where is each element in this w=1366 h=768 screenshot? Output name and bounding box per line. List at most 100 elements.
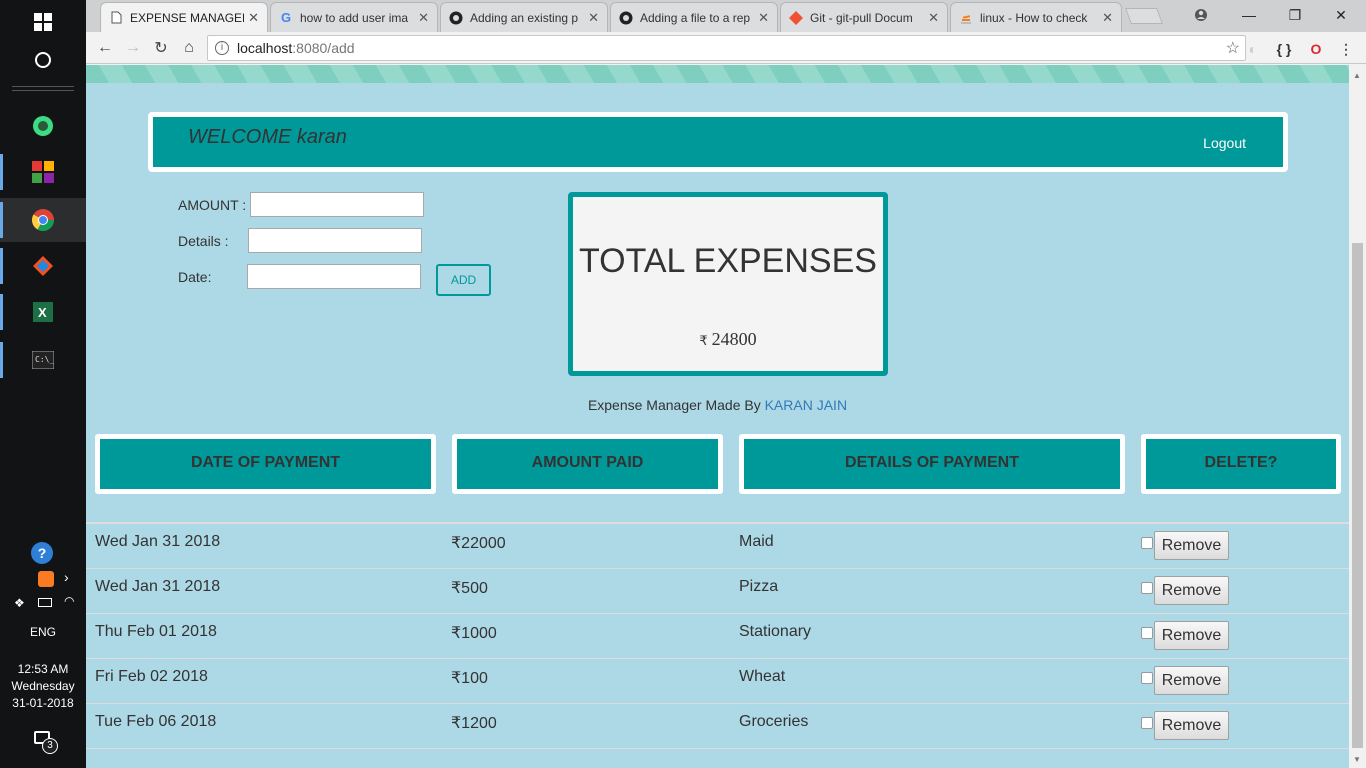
tab-google-search[interactable]: G how to add user ima ✕: [270, 2, 438, 32]
payment-amount: ₹100: [451, 670, 488, 687]
clock-time[interactable]: 12:53 AM: [0, 661, 86, 678]
table-row: Tue Feb 06 2018 ₹1200 Groceries Remove: [86, 704, 1349, 749]
browser-window: EXPENSE MANAGER ✕ G how to add user ima …: [86, 0, 1366, 768]
payment-date: Fri Feb 02 2018: [95, 668, 208, 685]
scrollbar-thumb[interactable]: [1352, 243, 1363, 748]
back-arrow-icon[interactable]: ←: [94, 37, 116, 59]
language-indicator[interactable]: ENG: [0, 624, 86, 641]
table-row: Fri Feb 02 2018 ₹100 Wheat Remove: [86, 659, 1349, 704]
github-icon: [449, 11, 463, 25]
credit-prefix: Expense Manager Made By: [587, 397, 761, 413]
bookmark-star-icon[interactable]: ☆: [1226, 38, 1240, 58]
taskbar-app-tiles[interactable]: [0, 150, 86, 194]
date-label: Date:: [178, 269, 212, 285]
delete-checkbox[interactable]: [1141, 537, 1153, 549]
reload-icon[interactable]: ↻: [150, 37, 172, 59]
url-path: :8080/add: [292, 40, 355, 56]
profile-icon[interactable]: [1178, 0, 1224, 30]
show-hidden-icons-chevron-icon[interactable]: ›: [64, 569, 69, 585]
json-formatter-icon[interactable]: { }: [1274, 39, 1294, 59]
opera-icon[interactable]: O: [1306, 39, 1326, 59]
restore-icon[interactable]: ❐: [1272, 0, 1318, 30]
taskbar-chrome[interactable]: [0, 198, 86, 242]
clock-date[interactable]: 31-01-2018: [0, 695, 86, 712]
minimize-icon[interactable]: —: [1226, 0, 1272, 30]
amount-input[interactable]: [250, 192, 424, 217]
forward-arrow-icon[interactable]: →: [122, 37, 144, 59]
xampp-icon[interactable]: [38, 571, 54, 587]
taskbar-excel[interactable]: X: [0, 290, 86, 334]
document-icon: [109, 11, 123, 25]
remove-button[interactable]: Remove: [1154, 711, 1229, 740]
delete-checkbox[interactable]: [1141, 582, 1153, 594]
delete-checkbox[interactable]: [1141, 627, 1153, 639]
taskbar-android-studio[interactable]: [0, 104, 86, 148]
remove-button[interactable]: Remove: [1154, 621, 1229, 650]
details-input[interactable]: [248, 228, 422, 253]
tab-linux-stackoverflow[interactable]: linux - How to check ✕: [950, 2, 1122, 32]
close-tab-icon[interactable]: ✕: [1102, 10, 1113, 26]
close-tab-icon[interactable]: ✕: [248, 10, 259, 26]
total-amount: 24800: [711, 329, 757, 349]
remove-button[interactable]: Remove: [1154, 666, 1229, 695]
payment-details: Groceries: [739, 713, 809, 730]
taskbar-terminal[interactable]: C:\_: [0, 338, 86, 382]
browser-toolbar: ← → ↻ ⌂ i localhost :8080/add ☆ ◐ { } O …: [86, 32, 1366, 64]
running-indicator: [0, 294, 3, 330]
running-indicator: [0, 248, 3, 284]
battery-icon[interactable]: [38, 598, 52, 607]
tab-title: Git - git-pull Docum: [810, 10, 913, 25]
dropbox-icon[interactable]: ❖: [14, 596, 25, 610]
payment-date: Thu Feb 01 2018: [95, 623, 217, 640]
payment-amount: ₹1000: [451, 625, 497, 642]
page-banner-pattern: [86, 65, 1349, 83]
tab-expense-manager[interactable]: EXPENSE MANAGER ✕: [100, 2, 268, 32]
stackoverflow-icon: [959, 11, 973, 25]
logout-link[interactable]: Logout: [1203, 135, 1246, 151]
tab-title: EXPENSE MANAGER: [130, 10, 245, 25]
payment-details: Stationary: [739, 623, 812, 640]
menu-kebab-icon[interactable]: ⋮: [1336, 39, 1356, 59]
info-icon[interactable]: i: [215, 41, 229, 55]
home-icon[interactable]: ⌂: [178, 37, 200, 59]
add-expense-button[interactable]: ADD: [436, 264, 491, 296]
scroll-up-arrow-icon[interactable]: ▲: [1353, 71, 1361, 80]
git-diamond-icon: [33, 256, 53, 276]
windows-logo-icon: [34, 13, 52, 31]
new-tab-button[interactable]: [1125, 8, 1163, 24]
delete-checkbox[interactable]: [1141, 672, 1153, 684]
delete-checkbox[interactable]: [1141, 717, 1153, 729]
windows-taskbar: X C:\_ ? › ❖ ◠ ENG 12:53 AM Wednesday 31…: [0, 0, 86, 768]
taskbar-git-client[interactable]: [0, 244, 86, 288]
extension-shield-icon[interactable]: ◐: [1243, 39, 1263, 59]
remove-button[interactable]: Remove: [1154, 531, 1229, 560]
close-window-icon[interactable]: ✕: [1318, 0, 1364, 30]
page-scrollbar[interactable]: ▲ ▼: [1349, 65, 1366, 768]
tab-title: linux - How to check: [980, 10, 1088, 25]
address-bar[interactable]: i localhost :8080/add ☆: [207, 35, 1246, 61]
terminal-icon: C:\_: [32, 351, 54, 369]
details-label: Details :: [178, 233, 229, 249]
help-icon[interactable]: ?: [31, 542, 53, 564]
tab-github-adding-file[interactable]: Adding a file to a rep ✕: [610, 2, 778, 32]
clock-day[interactable]: Wednesday: [0, 678, 86, 695]
table-row: Thu Feb 01 2018 ₹1000 Stationary Remove: [86, 614, 1349, 659]
remove-button[interactable]: Remove: [1154, 576, 1229, 605]
excel-icon: X: [33, 302, 53, 322]
wifi-icon[interactable]: ◠: [64, 594, 74, 608]
date-input[interactable]: [247, 264, 421, 289]
running-indicator: [0, 342, 3, 378]
close-tab-icon[interactable]: ✕: [588, 10, 599, 26]
tab-git-pull-docs[interactable]: Git - git-pull Docum ✕: [780, 2, 948, 32]
payment-amount: ₹1200: [451, 715, 497, 732]
cortana-button[interactable]: [0, 38, 86, 82]
google-icon: G: [280, 10, 292, 25]
tab-title: Adding an existing p: [470, 10, 579, 25]
author-link[interactable]: KARAN JAIN: [765, 397, 847, 413]
tab-github-existing[interactable]: Adding an existing p ✕: [440, 2, 608, 32]
github-icon: [619, 11, 633, 25]
close-tab-icon[interactable]: ✕: [928, 10, 939, 26]
scroll-down-arrow-icon[interactable]: ▼: [1353, 755, 1361, 764]
close-tab-icon[interactable]: ✕: [758, 10, 769, 26]
close-tab-icon[interactable]: ✕: [418, 10, 429, 26]
